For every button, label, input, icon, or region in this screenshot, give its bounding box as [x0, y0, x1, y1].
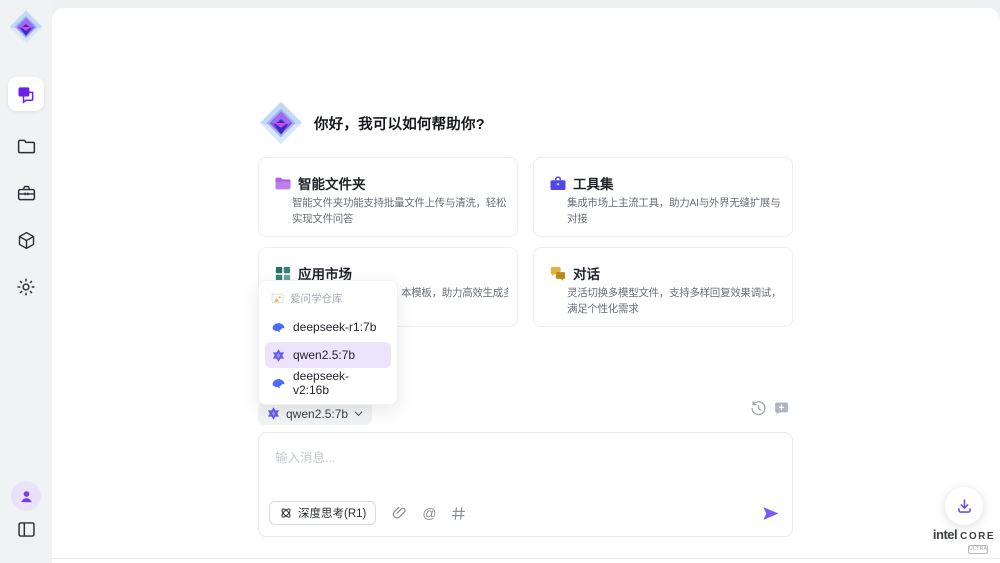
mention-icon[interactable]: @ [422, 506, 436, 520]
core-text: core [960, 531, 995, 542]
model-option-qwen[interactable]: qwen2.5:7b [265, 342, 391, 368]
cube-icon [16, 230, 37, 251]
conversation-actions [750, 400, 790, 417]
panel-layout-icon [16, 519, 37, 540]
ultra-badge: ultra [968, 545, 988, 554]
bottom-divider [52, 558, 1000, 559]
assistant-logo-icon [258, 100, 304, 146]
message-input[interactable] [275, 447, 775, 491]
download-icon [955, 497, 974, 516]
intel-core-badge: intel core ultra [932, 526, 996, 554]
model-option-deepseek-r1[interactable]: deepseek-r1:7b [265, 314, 391, 340]
model-option-label: deepseek-v2:16b [293, 369, 385, 397]
gear-icon [15, 276, 37, 298]
briefcase-icon [16, 183, 37, 204]
model-group-label: 爱问学仓库 [290, 291, 343, 306]
qwen-icon [266, 406, 281, 421]
model-dropdown: 爱问学仓库 deepseek-r1:7b qwen2.5:7b deepseek… [258, 280, 398, 405]
deep-think-label: 深度思考(R1) [298, 505, 366, 521]
sidebar [0, 0, 52, 563]
amber-chat-icon [549, 265, 567, 283]
deep-think-atom-icon [279, 506, 293, 520]
sidebar-item-chat[interactable] [8, 77, 44, 111]
repository-icon [271, 292, 284, 305]
model-group: 爱问学仓库 [265, 289, 391, 312]
sidebar-item-folders[interactable] [14, 134, 38, 158]
selected-model-label: qwen2.5:7b [286, 407, 348, 421]
greeting-block: 你好，我可以如何帮助你? [258, 100, 485, 146]
card-title: 工具集 [573, 173, 614, 193]
collapse-panel-button[interactable] [14, 517, 38, 541]
download-button[interactable] [945, 487, 983, 525]
hash-topic-icon[interactable] [450, 505, 467, 522]
user-avatar[interactable] [11, 481, 41, 511]
model-selector[interactable]: qwen2.5:7b [258, 402, 372, 425]
sidebar-item-toolbox[interactable] [14, 181, 38, 205]
greeting-text: 你好，我可以如何帮助你? [314, 113, 485, 134]
deepseek-whale-icon [271, 320, 286, 335]
folder-icon [16, 136, 37, 157]
attachment-icon[interactable] [391, 505, 408, 522]
indigo-briefcase-icon [549, 175, 567, 193]
card-description: 集成市场上主流工具，助力AI与外界无缝扩展与对接 [567, 195, 783, 227]
deepseek-whale-icon [271, 376, 286, 391]
deep-think-toggle[interactable]: 深度思考(R1) [269, 501, 376, 525]
intel-logo: intel core [933, 527, 995, 542]
card-title: 智能文件夹 [298, 173, 366, 193]
qwen-icon [271, 348, 286, 363]
sidebar-item-models[interactable] [14, 228, 38, 252]
chat-bubbles-icon [16, 84, 36, 104]
card-description: 灵活切换多模型文件，支持多样回复效果调试，满足个性化需求 [567, 285, 783, 317]
composer-toolbar: 深度思考(R1) @ [269, 500, 780, 526]
sidebar-item-settings[interactable] [14, 275, 38, 299]
history-icon[interactable] [750, 400, 767, 417]
card-conversation[interactable]: 对话 灵活切换多模型文件，支持多样回复效果调试，满足个性化需求 [533, 247, 793, 327]
person-icon [18, 488, 35, 505]
chevron-down-icon [353, 408, 364, 419]
main-panel: 你好，我可以如何帮助你? 智能文件夹 智能文件夹功能支持批量文件上传与清洗，轻松… [52, 8, 1000, 563]
intel-text: intel [933, 527, 957, 542]
purple-folder-icon [274, 175, 292, 193]
model-option-label: qwen2.5:7b [293, 348, 355, 362]
new-chat-icon[interactable] [773, 400, 790, 417]
app-logo-icon [8, 9, 44, 45]
send-icon[interactable] [761, 504, 780, 523]
card-title: 对话 [573, 263, 600, 283]
message-composer: 深度思考(R1) @ [258, 432, 793, 537]
card-toolset[interactable]: 工具集 集成市场上主流工具，助力AI与外界无缝扩展与对接 [533, 157, 793, 237]
model-option-label: deepseek-r1:7b [293, 320, 376, 334]
card-smart-folder[interactable]: 智能文件夹 智能文件夹功能支持批量文件上传与清洗，轻松实现文件问答 [258, 157, 518, 237]
model-option-deepseek-v2[interactable]: deepseek-v2:16b [265, 370, 391, 396]
card-description: 智能文件夹功能支持批量文件上传与清洗，轻松实现文件问答 [292, 195, 508, 227]
